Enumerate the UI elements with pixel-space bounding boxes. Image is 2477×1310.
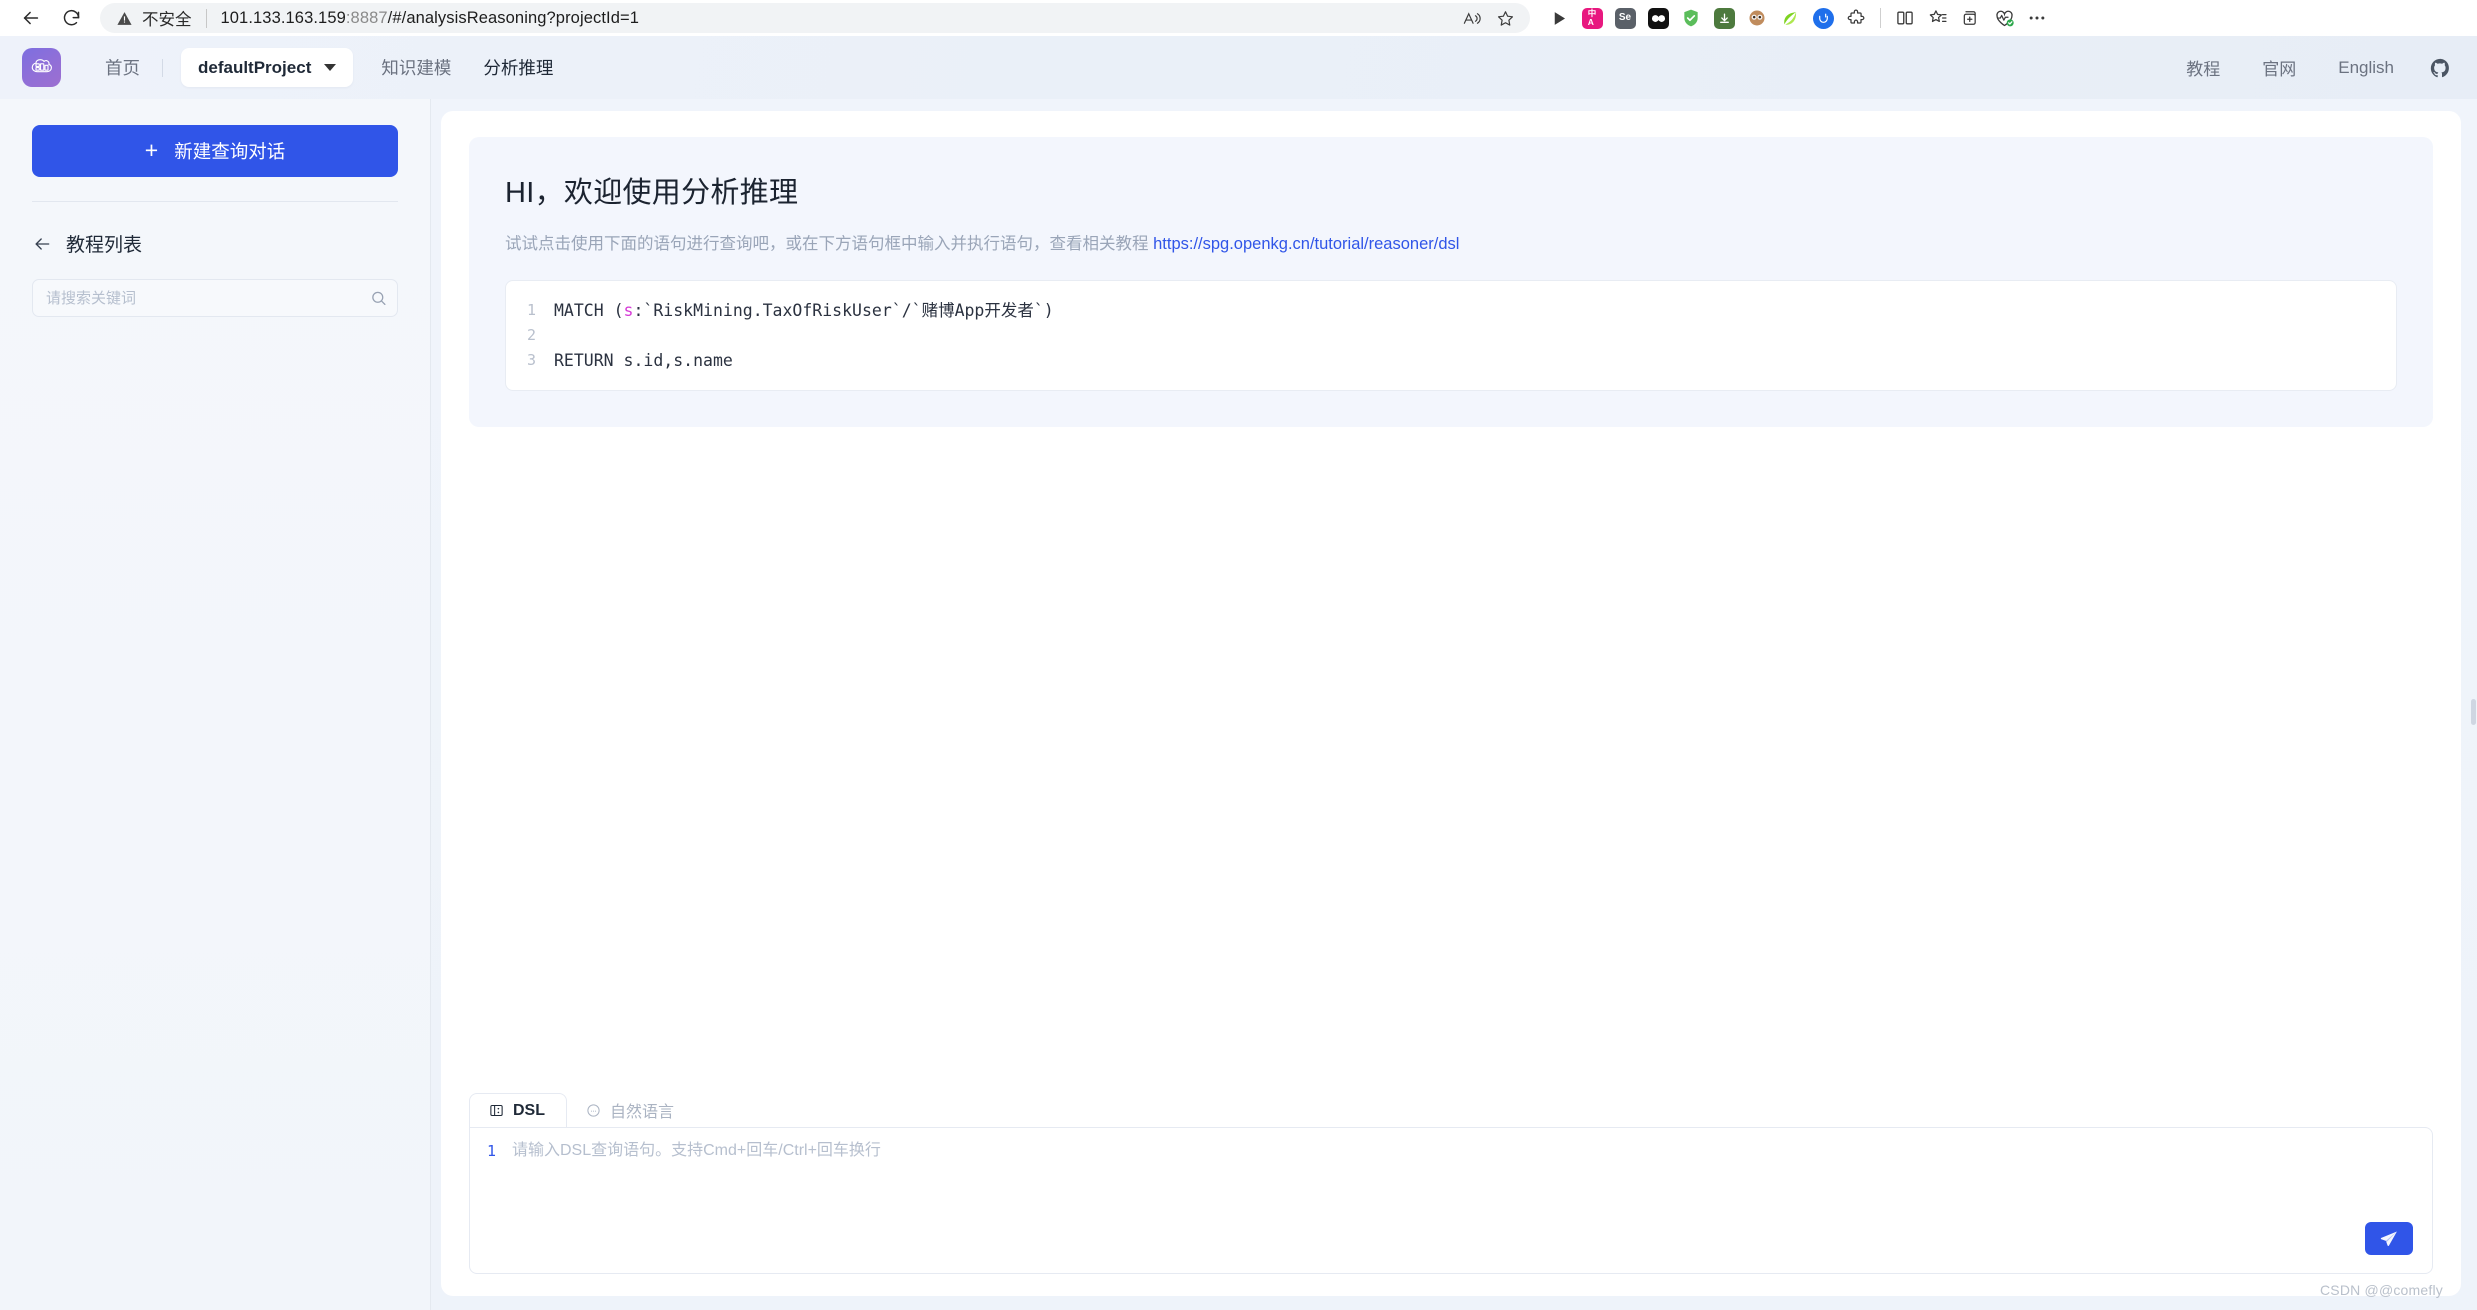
dsl-editor-placeholder: 请输入DSL查询语句。支持Cmd+回车/Ctrl+回车换行 (512, 1142, 881, 1159)
back-arrow-icon[interactable] (32, 234, 52, 254)
code-line: 2 (506, 323, 2396, 348)
github-icon[interactable] (2429, 57, 2451, 79)
nav-item-analysis-reasoning[interactable]: 分析推理 (467, 55, 569, 80)
welcome-card: HI，欢迎使用分析推理 试试点击使用下面的语句进行查询吧，或在下方语句框中输入并… (469, 137, 2433, 427)
editor-line-number: 1 (486, 1142, 496, 1160)
blue-smiley-extension-icon[interactable] (1808, 3, 1838, 33)
split-screen-icon[interactable] (1890, 3, 1920, 33)
dark-rounded-extension-icon[interactable] (1643, 3, 1673, 33)
main-area: HI，欢迎使用分析推理 试试点击使用下面的语句进行查询吧，或在下方语句框中输入并… (431, 99, 2477, 1310)
not-secure-label: 不安全 (142, 11, 192, 29)
read-aloud-icon[interactable] (1456, 3, 1486, 33)
new-query-conversation-label: 新建查询对话 (174, 141, 286, 162)
browser-reload-button[interactable] (54, 1, 88, 35)
tab-natural-language[interactable]: 自然语言 (567, 1093, 695, 1127)
url-host: 101.133.163.159 (220, 8, 346, 27)
favorite-star-icon[interactable] (1490, 3, 1520, 33)
nav-item-tutorial[interactable]: 教程 (2165, 55, 2241, 80)
dsl-editor[interactable]: 1 请输入DSL查询语句。支持Cmd+回车/Ctrl+回车换行 (469, 1127, 2433, 1274)
header-right-nav: 教程 官网 English (2165, 55, 2451, 80)
query-input-panel: DSL 自然语言 1 请输入DSL查询语句。支持Cmd+回车/Ctrl+回车换行 (469, 1093, 2433, 1274)
code-line-text: RETURN s.id,s.name (554, 350, 733, 370)
welcome-subtitle: 试试点击使用下面的语句进行查询吧，或在下方语句框中输入并执行语句，查看相关教程 … (505, 232, 2397, 257)
address-bar[interactable]: 不安全 101.133.163.159:8887/#/analysisReaso… (100, 3, 1530, 33)
editor-line: 1 请输入DSL查询语句。支持Cmd+回车/Ctrl+回车换行 (470, 1140, 2432, 1162)
download-manager-icon[interactable] (1709, 3, 1739, 33)
sidebar: + 新建查询对话 教程列表 (0, 99, 431, 1310)
project-selector-label: defaultProject (198, 57, 312, 77)
url-port: :8887 (345, 8, 388, 27)
sample-query-code-block[interactable]: 1 MATCH (s:`RiskMining.TaxOfRiskUser`/`赌… (505, 279, 2397, 391)
add-to-collection-icon[interactable] (1956, 3, 1986, 33)
code-line-text: MATCH (s:`RiskMining.TaxOfRiskUser`/`赌博A… (554, 298, 1054, 323)
code-line: 1 MATCH (s:`RiskMining.TaxOfRiskUser`/`赌… (506, 298, 2396, 323)
code-line: 3 RETURN s.id,s.name (506, 348, 2396, 373)
sidebar-search (32, 279, 398, 317)
csdn-watermark: CSDN @@comefly (2319, 1282, 2443, 1298)
favorites-list-icon[interactable] (1923, 3, 1953, 33)
app-body: + 新建查询对话 教程列表 HI，欢迎使用分析推理 试试点击使用下面的语句进行查… (0, 99, 2477, 1310)
welcome-subtitle-text: 试试点击使用下面的语句进行查询吧，或在下方语句框中输入并执行语句，查看相关教程 (505, 235, 1154, 253)
profile-avatar-icon[interactable] (1742, 3, 1772, 33)
performance-heart-icon[interactable] (1989, 3, 2019, 33)
url-path: /#/analysisReasoning?projectId=1 (387, 8, 639, 27)
nav-item-home[interactable]: 首页 (89, 55, 156, 80)
nav-item-official-site[interactable]: 官网 (2241, 55, 2317, 80)
leaf-extension-icon[interactable] (1775, 3, 1805, 33)
dsl-tutorial-link[interactable]: https://spg.openkg.cn/tutorial/reasoner/… (1153, 235, 1459, 253)
search-icon[interactable] (370, 290, 387, 307)
nav-divider (162, 58, 163, 77)
header-nav: 首页 defaultProject 知识建模 分析推理 (89, 48, 569, 87)
play-button-icon[interactable] (1544, 3, 1574, 33)
extensions-strip: 中A Se (1544, 3, 2052, 33)
new-query-conversation-button[interactable]: + 新建查询对话 (32, 125, 398, 177)
browser-back-button[interactable] (14, 1, 48, 35)
page-title: HI，欢迎使用分析推理 (505, 177, 799, 209)
browser-toolbar: 不安全 101.133.163.159:8887/#/analysisReaso… (0, 0, 2477, 36)
chevron-down-icon (324, 64, 337, 71)
plus-icon: + (144, 136, 159, 163)
code-token-rest: :`RiskMining.TaxOfRiskUser`/`赌博App开发者`) (633, 300, 1054, 320)
tab-natural-language-label: 自然语言 (610, 1104, 675, 1121)
puzzle-extensions-icon[interactable] (1841, 3, 1871, 33)
selenium-recorder-icon[interactable]: Se (1610, 3, 1640, 33)
address-url: 101.133.163.159:8887/#/analysisReasoning… (221, 9, 640, 28)
query-mode-tabs: DSL 自然语言 (469, 1093, 2433, 1127)
project-selector[interactable]: defaultProject (181, 48, 354, 87)
code-line-number: 2 (526, 325, 536, 344)
send-query-button[interactable] (2365, 1222, 2413, 1255)
not-secure-warning-icon (116, 10, 133, 27)
openspg-logo[interactable] (22, 48, 61, 87)
code-line-number: 1 (526, 300, 536, 319)
translate-extension-icon[interactable]: 中A (1577, 3, 1607, 33)
search-input[interactable] (32, 279, 398, 317)
nav-item-language[interactable]: English (2317, 58, 2415, 78)
toolbar-divider (1880, 8, 1881, 28)
nav-item-knowledge-modeling[interactable]: 知识建模 (365, 55, 467, 80)
address-divider (205, 8, 207, 28)
app-header: 首页 defaultProject 知识建模 分析推理 教程 官网 Englis… (0, 36, 2477, 99)
code-token-keyword: MATCH ( (554, 300, 624, 320)
main-content-card: HI，欢迎使用分析推理 试试点击使用下面的语句进行查询吧，或在下方语句框中输入并… (441, 111, 2461, 1298)
tab-dsl[interactable]: DSL (469, 1093, 567, 1127)
page-scrollbar-thumb[interactable] (2471, 699, 2476, 725)
more-options-icon[interactable] (2022, 3, 2052, 33)
adguard-shield-icon[interactable] (1676, 3, 1706, 33)
dsl-grid-icon (489, 1103, 504, 1118)
tab-dsl-label: DSL (513, 1101, 545, 1119)
code-line-number: 3 (526, 350, 536, 369)
tutorial-list-label: 教程列表 (66, 235, 143, 256)
sidebar-divider (32, 201, 398, 202)
tutorial-list-header[interactable]: 教程列表 (32, 230, 398, 257)
chat-smiley-icon (586, 1103, 601, 1118)
code-token-variable: s (623, 300, 634, 320)
